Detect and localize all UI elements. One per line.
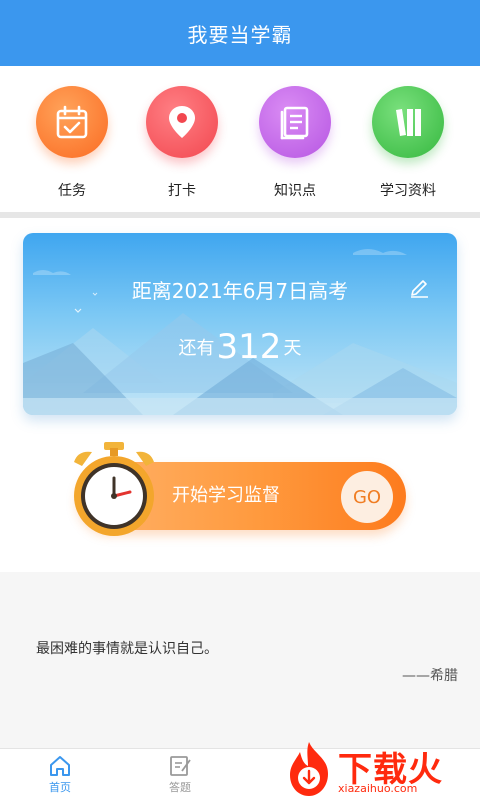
- nav-label-materials: 学习资料: [380, 183, 436, 199]
- quote-text: 最困难的事情就是认识自己。: [36, 641, 218, 657]
- location-pin-icon[interactable]: [146, 86, 218, 158]
- tab-home-label: 首页: [49, 781, 71, 794]
- mountain-scene: [23, 249, 457, 415]
- nav-label-knowledge: 知识点: [274, 183, 316, 199]
- quick-nav: 任务 打卡 知识点 学习资料: [0, 66, 480, 214]
- watermark-logo: 下载火 xiazaihuo.com: [282, 738, 478, 800]
- nav-label-checkin: 打卡: [168, 183, 196, 199]
- nav-label-task: 任务: [58, 183, 86, 199]
- home-icon: [50, 756, 70, 776]
- page-title: 我要当学霸: [187, 22, 293, 47]
- quote-section: 最困难的事情就是认识自己。 ——希腊: [0, 572, 480, 748]
- nav-item-materials[interactable]: 学习资料: [358, 86, 458, 206]
- days-suffix: 天: [283, 338, 302, 359]
- exam-countdown-card[interactable]: 距离2021年6月7日高考 还有312 天: [23, 233, 457, 415]
- nav-item-knowledge[interactable]: 知识点: [245, 86, 345, 206]
- days-remaining: 312: [216, 327, 282, 367]
- countdown-title: 距离2021年6月7日高考: [131, 279, 349, 303]
- answer-sheet-icon: [170, 756, 191, 776]
- books-icon[interactable]: [372, 86, 444, 158]
- edit-icon[interactable]: [408, 276, 430, 298]
- nav-item-checkin[interactable]: 打卡: [132, 86, 232, 206]
- quote-author: ——希腊: [402, 668, 458, 684]
- notebook-icon[interactable]: [259, 86, 331, 158]
- watermark-url: xiazaihuo.com: [338, 782, 418, 795]
- nav-item-task[interactable]: 任务: [22, 86, 122, 206]
- go-button[interactable]: GO: [341, 471, 393, 523]
- tab-answer[interactable]: 答题: [150, 749, 210, 800]
- countdown-days-line: 还有312 天: [23, 327, 457, 367]
- section-divider: [0, 212, 480, 218]
- days-prefix: 还有: [178, 338, 215, 359]
- tab-home[interactable]: 首页: [30, 749, 90, 800]
- calendar-check-icon[interactable]: [36, 86, 108, 158]
- alarm-clock-icon: [74, 442, 154, 536]
- flame-logo-icon: [290, 742, 328, 796]
- study-label: 开始学习监督: [172, 485, 280, 506]
- tab-answer-label: 答题: [169, 781, 191, 794]
- app-header: 我要当学霸: [0, 0, 480, 66]
